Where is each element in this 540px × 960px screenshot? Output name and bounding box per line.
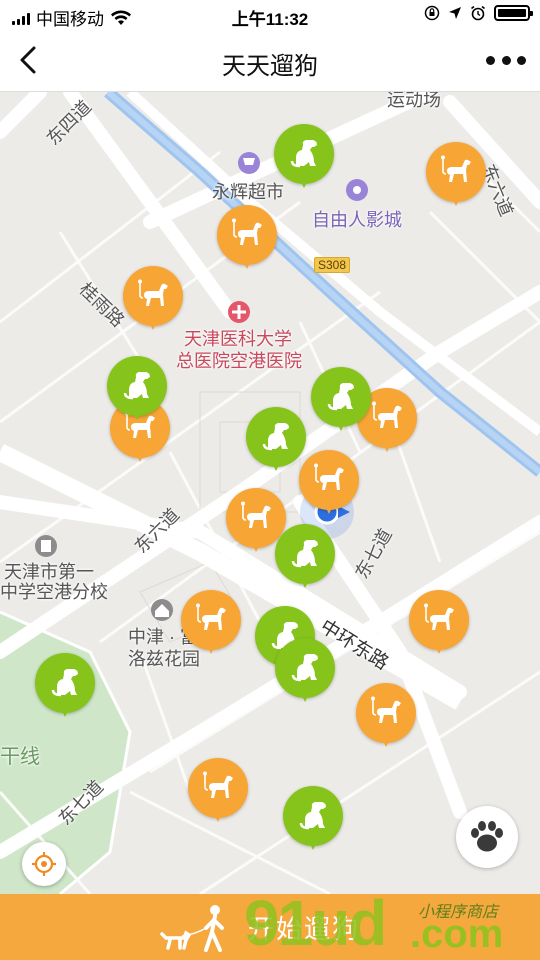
alarm-icon bbox=[471, 5, 485, 21]
more-dot-icon bbox=[486, 55, 495, 65]
map-label-school: 天津市第一 中学空港分校 bbox=[0, 562, 108, 602]
status-bar: 中国移动 上午11:32 bbox=[0, 0, 540, 30]
carrier-label: 中国移动 bbox=[36, 10, 104, 29]
signal-strength-icon bbox=[12, 11, 30, 25]
start-walk-label: 开始遛狗 bbox=[248, 913, 361, 944]
nav-bar: 天天遛狗 bbox=[0, 30, 540, 92]
orientation-lock-icon bbox=[424, 5, 440, 21]
sitting-dog-icon bbox=[262, 421, 291, 451]
locate-target-icon bbox=[32, 852, 56, 876]
more-dot-icon bbox=[501, 55, 511, 65]
location-arrow-icon bbox=[449, 7, 461, 19]
dog-marker-orange[interactable] bbox=[181, 590, 241, 656]
battery-icon bbox=[494, 5, 533, 21]
dog-walking-icon bbox=[371, 400, 403, 429]
dog-walking-icon bbox=[440, 154, 472, 183]
map-label-hospital: 天津医科大学 总医院空港医院 bbox=[176, 328, 302, 372]
dog-marker-orange[interactable] bbox=[188, 758, 248, 824]
road-badge-s308: S308 bbox=[314, 257, 351, 273]
dog-walking-icon bbox=[423, 602, 455, 631]
dog-walking-icon bbox=[370, 695, 402, 724]
dog-marker-orange[interactable] bbox=[356, 683, 416, 749]
school-line-2: 中学空港分校 bbox=[0, 582, 108, 602]
dog-marker-green[interactable] bbox=[275, 524, 335, 590]
person-walking-dog-icon bbox=[160, 905, 224, 952]
dog-marker-green[interactable] bbox=[274, 124, 334, 190]
school-line-1: 天津市第一 bbox=[4, 562, 94, 582]
start-walk-button[interactable]: 开始遛狗 bbox=[160, 902, 360, 952]
dog-walking-icon bbox=[313, 462, 345, 491]
paw-button[interactable] bbox=[456, 806, 518, 868]
dog-walking-icon bbox=[202, 770, 234, 799]
sitting-dog-icon bbox=[327, 381, 356, 411]
dog-marker-green[interactable] bbox=[283, 786, 343, 852]
dog-marker-orange[interactable] bbox=[123, 266, 183, 332]
dog-marker-orange[interactable] bbox=[299, 450, 359, 516]
map-label-freeman-cinema: 自由人影城 bbox=[312, 210, 402, 230]
dog-walking-icon bbox=[240, 500, 272, 529]
locate-button[interactable] bbox=[22, 842, 66, 886]
more-dot-icon bbox=[517, 55, 526, 65]
sitting-dog-icon bbox=[291, 538, 320, 568]
dog-walking-icon bbox=[137, 278, 169, 307]
hospital-line-1: 天津医科大学 bbox=[184, 329, 292, 349]
map-label-gan-line: 干线 bbox=[0, 746, 40, 768]
map-view[interactable]: 运动场 东四道 永辉超市 自由人影城 东六道 S308 桂雨路 天津医科大学 总… bbox=[0, 92, 540, 894]
paw-icon bbox=[471, 821, 503, 852]
more-options-button[interactable] bbox=[486, 46, 526, 74]
dog-marker-green[interactable] bbox=[311, 367, 371, 433]
sitting-dog-icon bbox=[291, 652, 320, 682]
dog-marker-orange[interactable] bbox=[217, 205, 277, 271]
sitting-dog-icon bbox=[51, 667, 80, 697]
wifi-icon bbox=[111, 10, 131, 25]
page-title: 天天遛狗 bbox=[222, 53, 318, 80]
dog-walking-icon bbox=[231, 217, 263, 246]
map-label-sports-field: 运动场 bbox=[387, 92, 441, 110]
back-chevron-icon[interactable] bbox=[12, 42, 48, 78]
dog-marker-green[interactable] bbox=[35, 653, 95, 719]
sitting-dog-icon bbox=[290, 138, 319, 168]
dog-marker-green[interactable] bbox=[275, 638, 335, 704]
sitting-dog-icon bbox=[123, 370, 152, 400]
start-walk-bar[interactable]: 开始遛狗 bbox=[0, 894, 540, 960]
dog-marker-orange[interactable] bbox=[426, 142, 486, 208]
hospital-line-2: 总医院空港医院 bbox=[176, 351, 302, 371]
dog-marker-green[interactable] bbox=[107, 356, 167, 422]
sitting-dog-icon bbox=[299, 800, 328, 830]
dog-marker-orange[interactable] bbox=[409, 590, 469, 656]
dog-walking-icon bbox=[195, 602, 227, 631]
dog-marker-green[interactable] bbox=[246, 407, 306, 473]
